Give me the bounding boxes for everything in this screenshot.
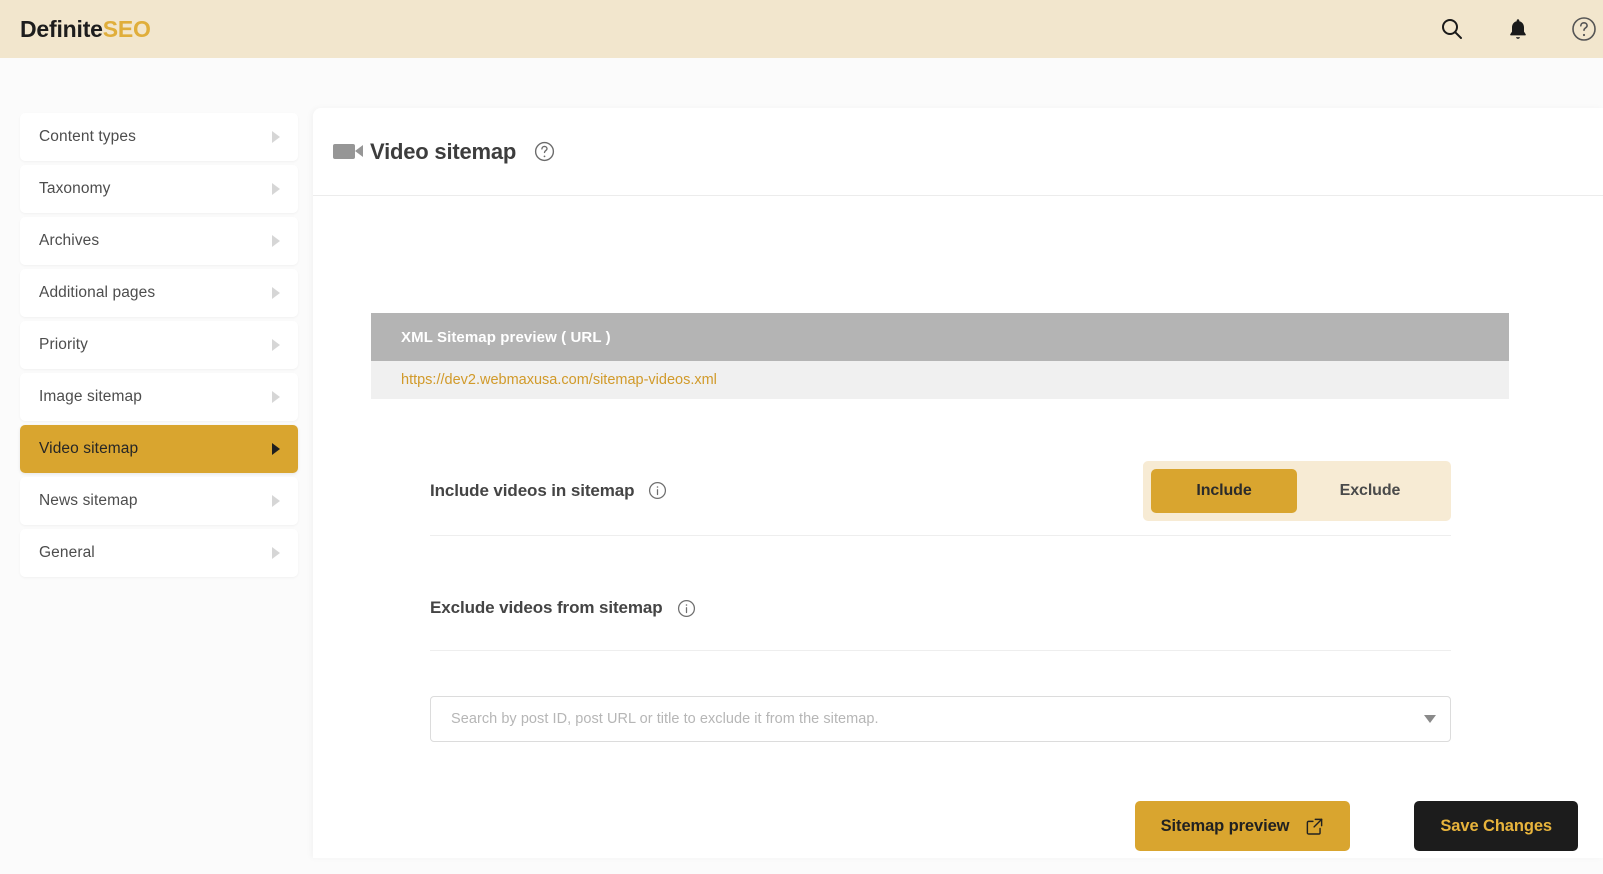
logo-text-accent: SEO: [102, 15, 151, 42]
app-logo[interactable]: DefiniteSEO: [20, 16, 151, 43]
chevron-right-icon: [272, 495, 280, 507]
help-circle-icon[interactable]: [534, 141, 555, 162]
sidebar-item-label: General: [39, 544, 95, 561]
sidebar-item-label: Image sitemap: [39, 388, 142, 405]
page-title: Video sitemap: [370, 138, 517, 164]
sidebar-item-priority[interactable]: Priority: [20, 321, 298, 369]
sidebar-item-image-sitemap[interactable]: Image sitemap: [20, 373, 298, 421]
chevron-right-icon: [272, 131, 280, 143]
chevron-right-icon: [272, 183, 280, 195]
sidebar-item-label: Content types: [39, 128, 136, 145]
include-videos-label: Include videos in sitemap: [430, 480, 635, 500]
sitemap-preview-button[interactable]: Sitemap preview: [1134, 801, 1351, 851]
include-exclude-toggle-group: Include Exclude: [1143, 460, 1451, 521]
sitemap-preview-button-label: Sitemap preview: [1160, 816, 1290, 835]
info-icon[interactable]: [648, 481, 667, 500]
xml-sitemap-preview-block: XML Sitemap preview ( URL ) https://dev2…: [371, 313, 1509, 399]
chevron-right-icon: [272, 235, 280, 247]
exclude-videos-label: Exclude videos from sitemap: [430, 598, 663, 617]
sidebar-item-label: Taxonomy: [39, 180, 111, 197]
xml-sitemap-preview-header: XML Sitemap preview ( URL ): [371, 313, 1509, 361]
sidebar-item-taxonomy[interactable]: Taxonomy: [20, 165, 298, 213]
sidebar-item-news-sitemap[interactable]: News sitemap: [20, 477, 298, 525]
chevron-right-icon: [272, 287, 280, 299]
panel-header: Video sitemap: [313, 108, 1603, 196]
save-changes-button-label: Save Changes: [1440, 816, 1552, 835]
exclude-search-select[interactable]: Search by post ID, post URL or title to …: [430, 696, 1451, 742]
include-videos-row: Include videos in sitemap Include Exclud…: [430, 446, 1451, 536]
exclude-videos-row: Exclude videos from sitemap: [430, 566, 1451, 651]
exclude-search-placeholder: Search by post ID, post URL or title to …: [451, 711, 879, 727]
chevron-right-icon: [272, 547, 280, 559]
info-icon[interactable]: [677, 599, 696, 618]
video-camera-icon: [333, 144, 363, 159]
sidebar-item-additional-pages[interactable]: Additional pages: [20, 269, 298, 317]
sidebar-item-content-types[interactable]: Content types: [20, 113, 298, 161]
toggle-option-include[interactable]: Include: [1151, 468, 1297, 513]
main-content-panel: Video sitemap XML Sitemap preview ( URL …: [313, 108, 1603, 858]
sidebar-item-general[interactable]: General: [20, 529, 298, 577]
xml-sitemap-url-row: https://dev2.webmaxusa.com/sitemap-video…: [371, 361, 1509, 399]
sidebar-item-label: Video sitemap: [39, 440, 139, 457]
xml-sitemap-preview-label: XML Sitemap preview ( URL ): [401, 328, 611, 346]
sidebar-item-video-sitemap[interactable]: Video sitemap: [20, 425, 298, 473]
chevron-right-icon: [272, 443, 280, 455]
xml-sitemap-url-link[interactable]: https://dev2.webmaxusa.com/sitemap-video…: [401, 372, 717, 388]
page-body: Content types Taxonomy Archives Addition…: [0, 58, 1603, 874]
toggle-option-exclude[interactable]: Exclude: [1297, 469, 1443, 513]
sidebar-item-label: News sitemap: [39, 492, 138, 509]
logo-text-primary: Definite: [20, 15, 103, 42]
help-circle-icon[interactable]: [1569, 14, 1599, 44]
footer-action-bar: Sitemap preview Save Changes: [1134, 801, 1578, 851]
sidebar-item-label: Priority: [39, 336, 89, 353]
top-header-actions: [1437, 14, 1603, 44]
sidebar-item-label: Additional pages: [39, 284, 156, 301]
sidebar-item-archives[interactable]: Archives: [20, 217, 298, 265]
chevron-down-icon[interactable]: [1424, 715, 1436, 723]
external-link-icon: [1305, 817, 1324, 836]
top-header-bar: DefiniteSEO: [0, 0, 1603, 58]
bell-icon[interactable]: [1503, 14, 1533, 44]
sidebar-nav: Content types Taxonomy Archives Addition…: [20, 113, 298, 581]
search-icon[interactable]: [1437, 14, 1467, 44]
save-changes-button[interactable]: Save Changes: [1414, 801, 1578, 851]
sidebar-item-label: Archives: [39, 232, 100, 249]
chevron-right-icon: [272, 391, 280, 403]
chevron-right-icon: [272, 339, 280, 351]
